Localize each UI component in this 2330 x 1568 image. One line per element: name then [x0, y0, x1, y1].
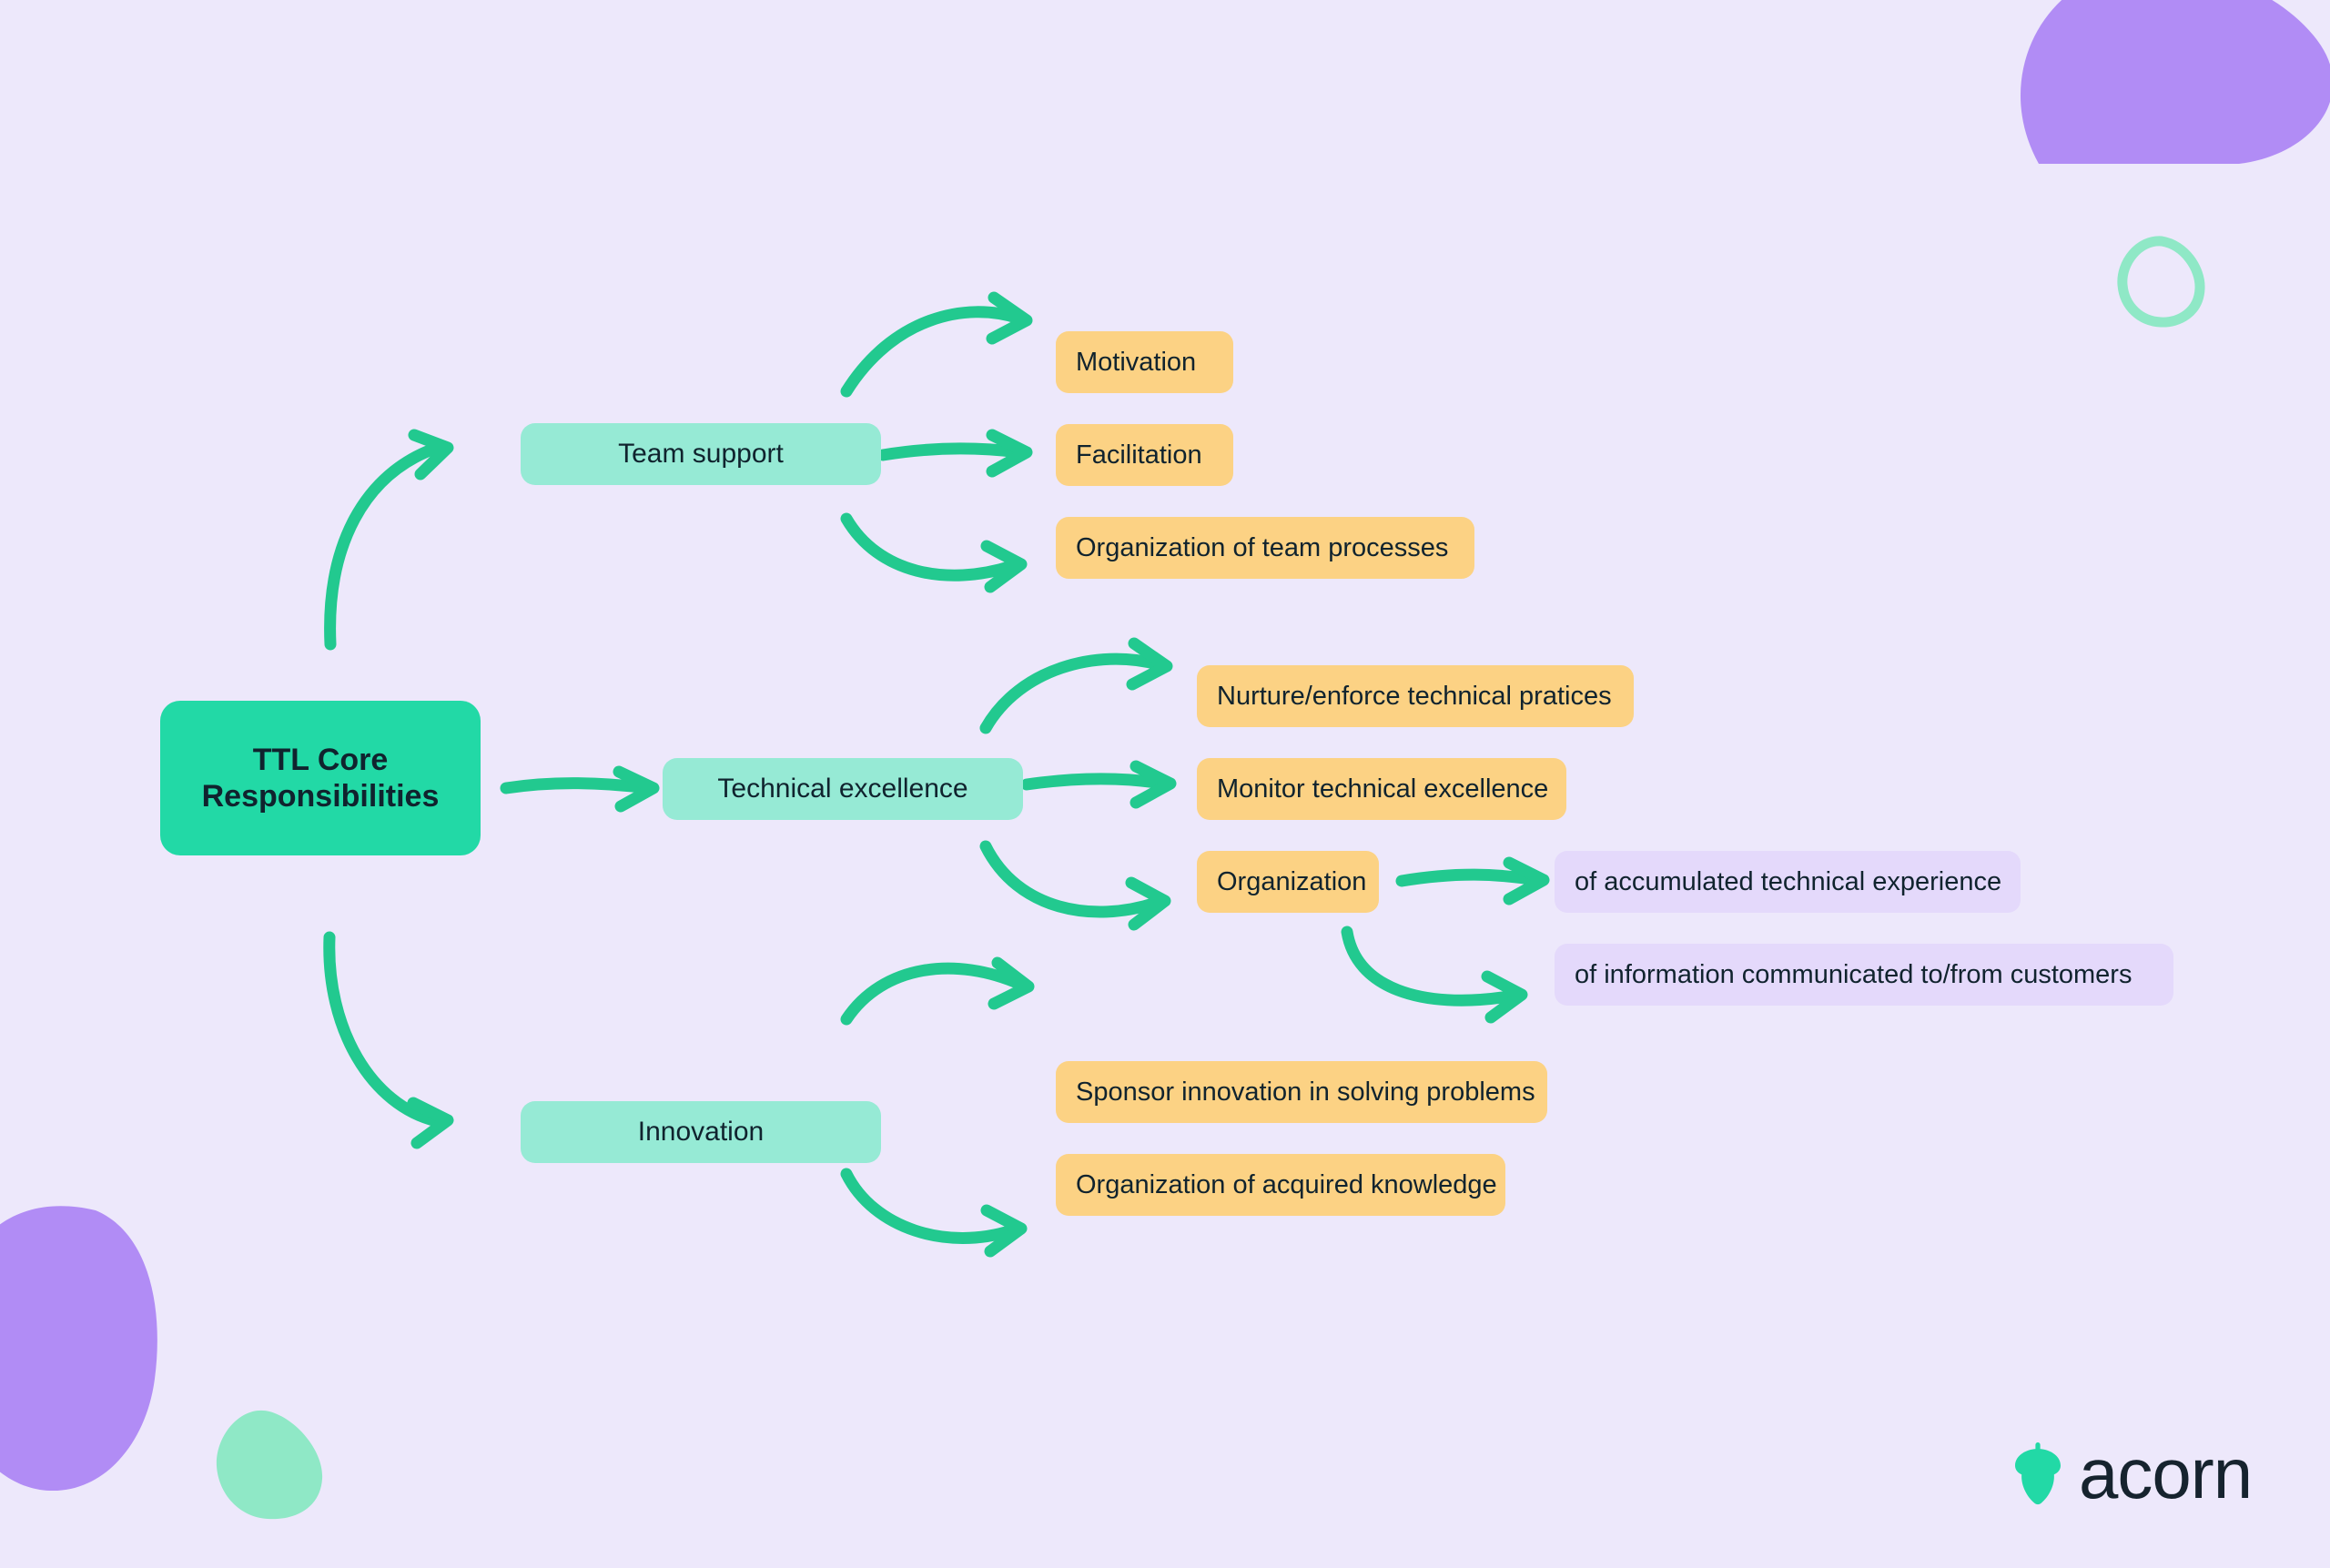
node-leaf-monitor-technical-excellence[interactable]: Monitor technical excellence — [1197, 758, 1566, 820]
node-branch-team-support[interactable]: Team support — [521, 423, 881, 485]
node-root-line1: TTL Core — [252, 742, 389, 777]
node-leaf-label: Nurture/enforce technical pratices — [1217, 681, 1612, 711]
node-leaf-label: Organization — [1217, 866, 1367, 896]
node-branch-label: Technical excellence — [717, 774, 968, 804]
node-leaf-label: Motivation — [1076, 347, 1197, 377]
node-subleaf-label: of information communicated to/from cust… — [1575, 959, 2132, 989]
acorn-icon — [2015, 1442, 2061, 1505]
node-leaf-label: Organization of team processes — [1076, 532, 1449, 562]
acorn-logo-text: acorn — [2079, 1433, 2253, 1513]
node-leaf-label: Facilitation — [1076, 440, 1202, 470]
node-branch-label: Innovation — [637, 1117, 765, 1148]
mindmap-canvas: TTL Core Responsibilities Team support M… — [0, 0, 2330, 1568]
node-root[interactable]: TTL Core Responsibilities — [160, 701, 481, 855]
node-leaf-motivation[interactable]: Motivation — [1056, 331, 1233, 393]
node-subleaf-information-communicated[interactable]: of information communicated to/from cust… — [1555, 944, 2173, 1006]
node-subleaf-accumulated-technical-experience[interactable]: of accumulated technical experience — [1555, 851, 2021, 913]
node-root-line2: Responsibilities — [201, 779, 440, 814]
node-leaf-label: Sponsor innovation in solving problems — [1076, 1077, 1535, 1107]
node-branch-technical-excellence[interactable]: Technical excellence — [663, 758, 1023, 820]
node-leaf-facilitation[interactable]: Facilitation — [1056, 424, 1233, 486]
node-leaf-label: Organization of acquired knowledge — [1076, 1169, 1497, 1199]
node-leaf-nurture-enforce-technical-pratices[interactable]: Nurture/enforce technical pratices — [1197, 665, 1634, 727]
node-leaf-organization-of-team-processes[interactable]: Organization of team processes — [1056, 517, 1474, 579]
node-branch-label: Team support — [618, 439, 784, 470]
acorn-logo: acorn — [2013, 1433, 2253, 1513]
node-leaf-organization[interactable]: Organization — [1197, 851, 1379, 913]
node-leaf-label: Monitor technical excellence — [1217, 774, 1549, 804]
node-leaf-organization-of-acquired-knowledge[interactable]: Organization of acquired knowledge — [1056, 1154, 1505, 1216]
node-subleaf-label: of accumulated technical experience — [1575, 866, 2002, 896]
node-leaf-sponsor-innovation[interactable]: Sponsor innovation in solving problems — [1056, 1061, 1547, 1123]
node-branch-innovation[interactable]: Innovation — [521, 1101, 881, 1163]
